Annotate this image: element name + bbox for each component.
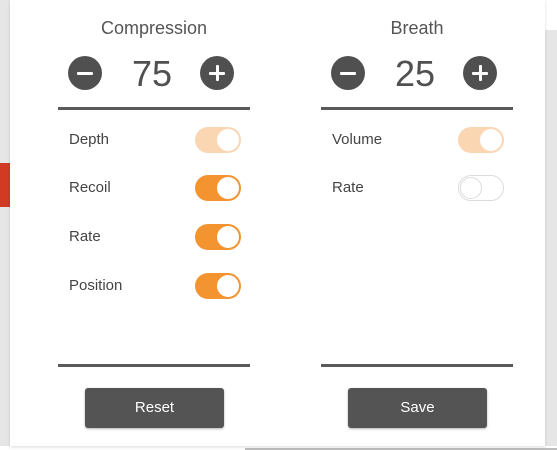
breath-row-volume: Volume: [321, 125, 513, 155]
compression-stepper: 75: [58, 54, 250, 94]
save-button[interactable]: Save: [348, 388, 487, 428]
settings-dialog: Compression 75 Depth Recoil Rate Positio…: [10, 0, 545, 446]
compression-title: Compression: [100, 18, 208, 38]
breath-title: Breath: [390, 18, 444, 38]
breath-volume-toggle[interactable]: [458, 127, 504, 153]
breath-stepper: 25: [321, 54, 513, 94]
compression-divider-top: [58, 107, 250, 110]
reset-button[interactable]: Reset: [85, 388, 224, 428]
compression-row-rate: Rate: [58, 222, 250, 252]
compression-recoil-label: Recoil: [69, 179, 111, 196]
breath-volume-label: Volume: [332, 131, 383, 148]
toggle-knob: [460, 177, 482, 199]
compression-rate-label: Rate: [69, 228, 101, 245]
compression-row-recoil: Recoil: [58, 173, 250, 203]
background-panel: [545, 0, 557, 30]
toggle-knob: [217, 275, 239, 297]
background-accent-strip: [0, 163, 10, 207]
compression-value: 75: [131, 53, 173, 94]
compression-position-label: Position: [69, 277, 123, 294]
toggle-knob: [217, 177, 239, 199]
compression-panel: Compression 75 Depth Recoil Rate Positio…: [58, 0, 250, 446]
compression-minus-icon[interactable]: [68, 56, 102, 90]
breath-divider-bottom: [321, 364, 513, 367]
toggle-knob: [217, 226, 239, 248]
compression-recoil-toggle[interactable]: [195, 175, 241, 201]
compression-depth-label: Depth: [69, 131, 110, 148]
toggle-knob: [217, 129, 239, 151]
compression-depth-toggle[interactable]: [195, 127, 241, 153]
breath-plus-icon[interactable]: [463, 56, 497, 90]
compression-plus-icon[interactable]: [200, 56, 234, 90]
compression-rate-toggle[interactable]: [195, 224, 241, 250]
compression-row-depth: Depth: [58, 125, 250, 155]
compression-row-position: Position: [58, 271, 250, 301]
compression-divider-bottom: [58, 364, 250, 367]
compression-position-toggle[interactable]: [195, 273, 241, 299]
breath-panel: Breath 25 Volume Rate Save: [321, 0, 513, 446]
breath-row-rate: Rate: [321, 173, 513, 203]
breath-value: 25: [394, 53, 436, 94]
breath-divider-top: [321, 107, 513, 110]
toggle-knob: [480, 129, 502, 151]
breath-rate-label: Rate: [332, 179, 364, 196]
breath-minus-icon[interactable]: [331, 56, 365, 90]
breath-rate-toggle[interactable]: [458, 175, 504, 201]
